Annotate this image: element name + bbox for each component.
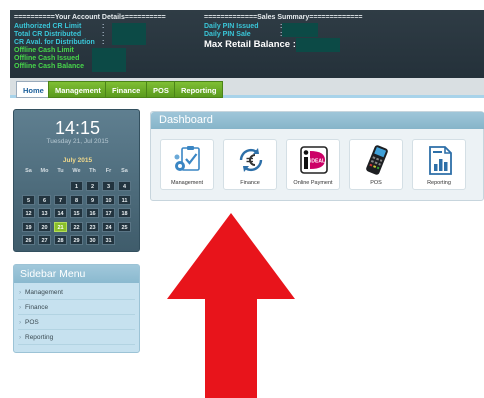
pos-tile[interactable]: POS [349,139,403,190]
calendar-day[interactable]: 22 [70,221,83,232]
sidebar-item-finance[interactable]: Finance [18,301,135,315]
account-field-row: Total CR Distributed: [14,31,108,39]
calendar-day[interactable]: 20 [38,221,51,232]
calendar-day[interactable]: 12 [22,208,35,218]
sidebar-title: Sidebar Menu [14,265,139,283]
calendar-day[interactable]: 2 [86,181,99,191]
calendar-day[interactable]: 7 [54,194,67,205]
calendar-day[interactable]: 17 [102,208,115,218]
calendar-weekday-label: Tu [57,168,64,174]
account-field-label: Offline Cash Issued [14,55,80,62]
account-field-label: Offline Cash Balance [14,63,85,70]
ideal-icon: iDEAL [300,146,328,174]
calendar-day[interactable]: 25 [118,221,131,232]
calendar-weekday-label: We [72,168,81,174]
tab-management[interactable]: Management [48,81,108,98]
calendar-day[interactable]: 4 [118,181,131,191]
account-field-row: Authorized CR Limit: [14,23,108,31]
field-colon: : [102,31,105,38]
calendar-day[interactable]: 9 [86,194,99,205]
account-field-label: Total CR Distributed [14,31,82,38]
report-chart-icon [429,146,452,175]
sales-summary-title: =============Sales Summary============= [204,14,363,21]
tile-label: Online Payment [293,180,333,186]
account-field-row: CR Aval. for Distribution: [14,39,108,47]
management-tile[interactable]: Management [160,139,214,190]
online-payment-tile[interactable]: iDEAL Online Payment [286,139,340,190]
calendar-day[interactable]: 14 [54,208,67,218]
sidebar-menu: Sidebar Menu Management Finance POS Repo… [13,264,140,353]
account-header: ==========Your Account Details==========… [10,10,484,78]
calendar-day-today[interactable]: 21 [54,221,67,232]
redacted-value-block [92,48,126,72]
management-icon [174,146,200,171]
calendar-weekday-label: Th [89,168,96,174]
calendar-month: July 2015 [62,157,93,164]
calendar-day[interactable]: 27 [38,235,51,245]
tile-label: Finance [240,180,260,186]
calendar-day[interactable]: 31 [102,235,115,245]
calendar-day[interactable]: 29 [70,235,83,245]
tab-finance[interactable]: Finance [105,81,148,98]
calendar-day[interactable]: 26 [22,235,35,245]
calendar-day[interactable]: 5 [22,194,35,205]
current-date: Tuesday 21, Jul 2015 [46,138,109,145]
calendar-day[interactable]: 1 [70,181,83,191]
tile-label: POS [370,180,382,186]
dashboard-panel: Dashboard Management Finance iDEAL Onlin… [150,111,484,201]
calendar-day[interactable]: 19 [22,221,35,232]
clock-time: 14:15 [54,118,101,138]
calendar-day[interactable]: 15 [70,208,83,218]
account-field-label: Offline Cash Limit [14,47,74,54]
app-window: ==========Your Account Details==========… [0,0,484,398]
clock-calendar-widget: 14:15 Tuesday 21, Jul 2015 July 2015 Sa M… [13,109,140,252]
calendar-day[interactable]: 8 [70,194,83,205]
main-nav: Home Management Finance POS Reporting [10,78,484,98]
field-colon: : [102,23,105,30]
max-retail-label: Max Retail Balance [204,39,291,50]
calendar-weekday-label: Mo [40,168,49,174]
account-field-label: Authorized CR Limit [14,23,82,30]
sidebar-item-reporting[interactable]: Reporting [18,331,135,345]
calendar-day[interactable]: 10 [102,194,115,205]
sales-field-label: Daily PIN Issued [204,23,259,30]
calendar-weekday-label: Fr [105,168,112,174]
calendar-day[interactable]: 28 [54,235,67,245]
calendar-day[interactable]: 18 [118,208,131,218]
sales-field-label: Daily PIN Sale [204,31,251,38]
calendar-day[interactable]: 23 [86,221,99,232]
calendar-day[interactable]: 24 [102,221,115,232]
finance-tile[interactable]: Finance [223,139,277,190]
redacted-value-block [112,23,146,45]
calendar-day[interactable]: 30 [86,235,99,245]
finance-euro-icon [239,148,263,172]
redacted-value-block [296,38,340,52]
max-retail-row: Max Retail Balance : [204,39,296,52]
redacted-value-block [282,23,318,37]
tile-label: Reporting [427,180,451,186]
red-arrow-annotation [167,213,295,398]
calendar-day[interactable]: 13 [38,208,51,218]
tab-home[interactable]: Home [16,81,51,98]
account-details-title: ==========Your Account Details========== [14,14,166,21]
calendar-weekday-label: Sa [121,168,128,174]
calendar-day[interactable]: 6 [38,194,51,205]
ideal-logo-text: iDEAL [310,159,325,165]
sidebar-item-pos[interactable]: POS [18,316,135,330]
calendar-weekday-label: Sa [25,168,32,174]
calendar-day[interactable]: 11 [118,194,131,205]
tile-label: Management [170,180,204,186]
dashboard-title: Dashboard [151,112,484,129]
pos-terminal-icon [366,145,388,175]
calendar-day[interactable]: 3 [102,181,115,191]
reporting-tile[interactable]: Reporting [412,139,466,190]
calendar-day[interactable]: 16 [86,208,99,218]
sidebar-item-management[interactable]: Management [18,286,135,300]
field-colon: : [102,39,105,46]
tab-pos[interactable]: POS [146,81,176,98]
tab-reporting[interactable]: Reporting [174,81,224,98]
account-field-label: CR Aval. for Distribution [14,39,95,46]
